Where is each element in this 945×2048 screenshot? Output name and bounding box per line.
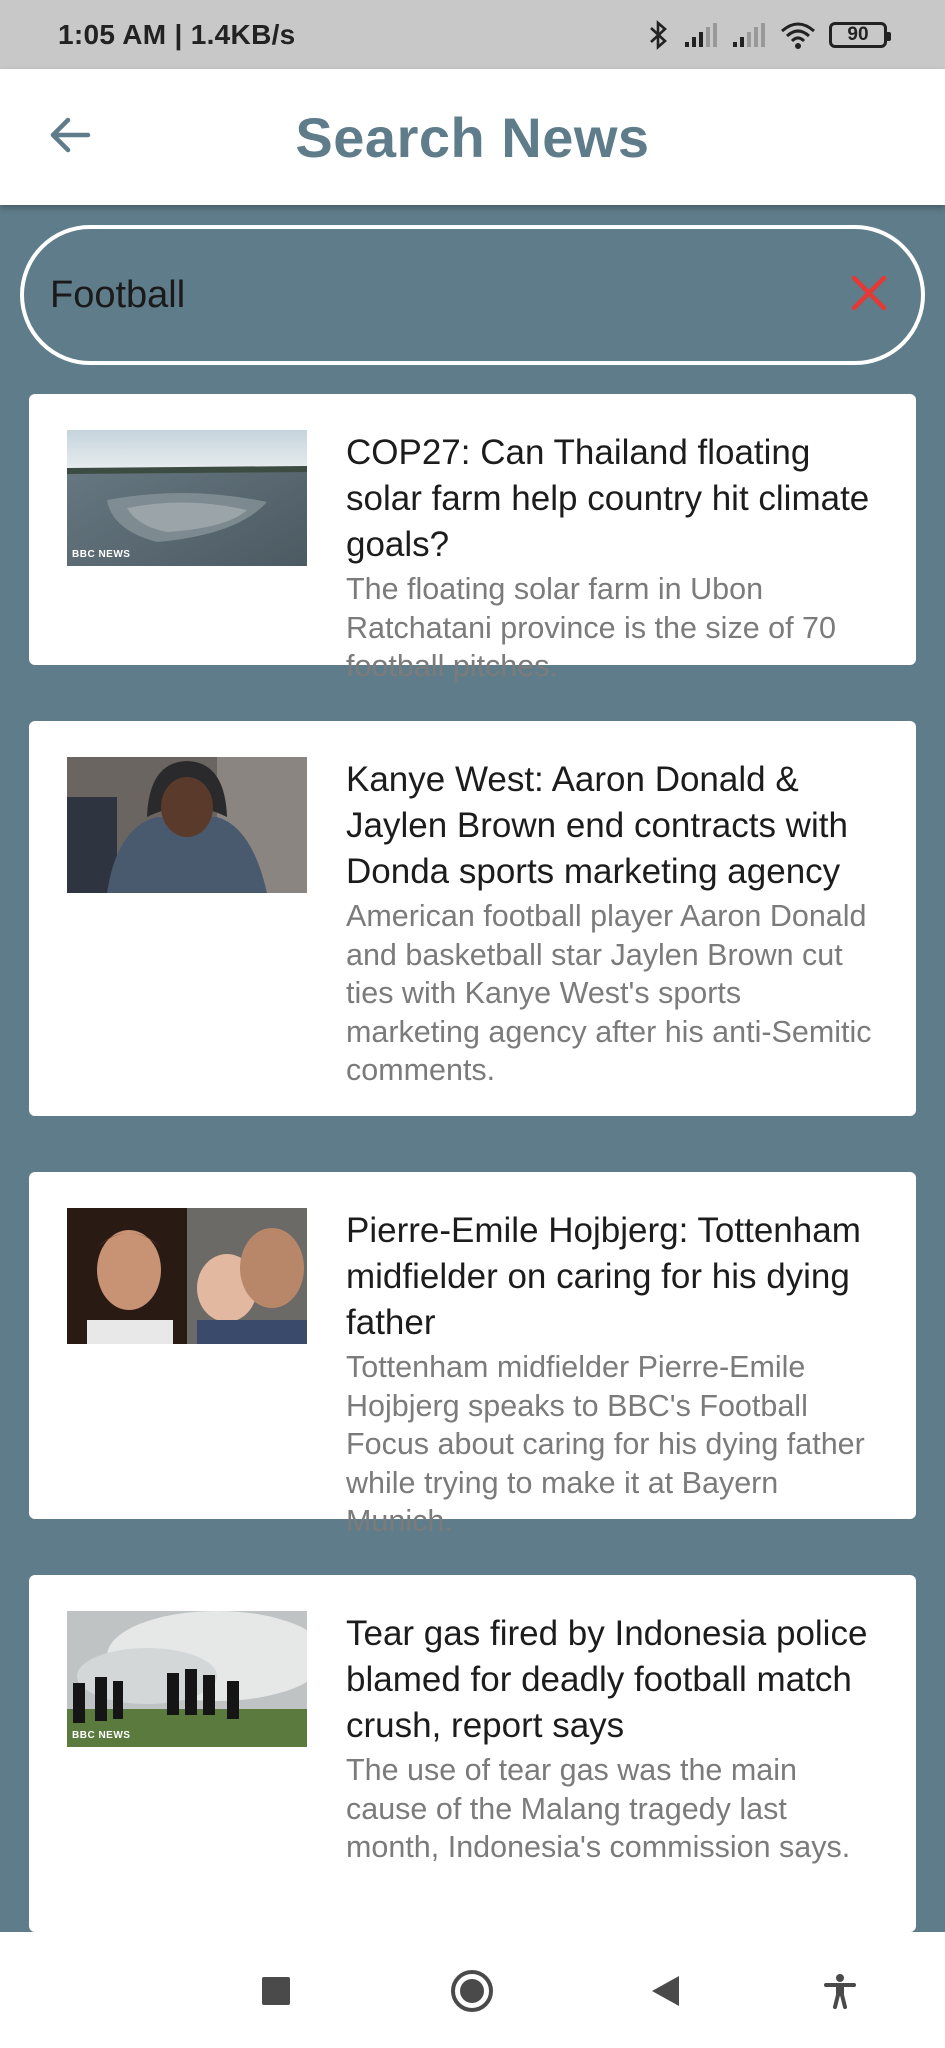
news-card[interactable]: BBC NEWS COP27: Can Thailand floating so… bbox=[29, 394, 916, 683]
back-nav-button[interactable] bbox=[640, 1968, 690, 2018]
recents-button[interactable] bbox=[251, 1968, 301, 2018]
clear-search-button[interactable] bbox=[843, 269, 895, 321]
news-text: Pierre-Emile Hojbjerg: Tottenham midfiel… bbox=[346, 1208, 882, 1538]
news-thumbnail: BBC NEWS bbox=[67, 1611, 307, 1747]
news-text: COP27: Can Thailand floating solar farm … bbox=[346, 430, 882, 683]
accessibility-button[interactable] bbox=[815, 1968, 865, 2018]
news-title: Kanye West: Aaron Donald & Jaylen Brown … bbox=[346, 760, 848, 891]
news-description: Tottenham midfielder Pierre-Emile Hojbje… bbox=[346, 1350, 865, 1538]
app-bar: Search News bbox=[0, 69, 945, 205]
news-card[interactable]: BBC NEWS Tear gas fired by Indonesia pol… bbox=[29, 1575, 916, 1932]
news-card[interactable]: Pierre-Emile Hojbjerg: Tottenham midfiel… bbox=[29, 1172, 916, 1538]
wifi-icon bbox=[779, 20, 817, 50]
close-icon bbox=[850, 274, 888, 317]
back-button[interactable] bbox=[44, 111, 96, 163]
page-title: Search News bbox=[295, 105, 650, 169]
news-text: Tear gas fired by Indonesia police blame… bbox=[346, 1611, 882, 1924]
home-circle-icon bbox=[449, 1968, 495, 2019]
status-time-speed: 1:05 AM | 1.4KB/s bbox=[58, 18, 296, 50]
news-thumbnail bbox=[67, 757, 307, 893]
battery-icon: 90 bbox=[829, 21, 891, 48]
news-thumbnail: BBC NEWS bbox=[67, 430, 307, 566]
signal-icon bbox=[731, 22, 767, 48]
home-button[interactable] bbox=[447, 1968, 497, 2018]
search-input[interactable] bbox=[50, 273, 843, 317]
bbc-news-logo: BBC NEWS bbox=[72, 1730, 131, 1741]
accessibility-icon bbox=[823, 1973, 857, 2014]
news-title: COP27: Can Thailand floating solar farm … bbox=[346, 433, 870, 564]
news-title: Pierre-Emile Hojbjerg: Tottenham midfiel… bbox=[346, 1211, 861, 1342]
news-description: American football player Aaron Donald an… bbox=[346, 899, 872, 1087]
arrow-left-icon bbox=[48, 115, 92, 160]
news-description: The floating solar farm in Ubon Ratchata… bbox=[346, 572, 836, 683]
bluetooth-icon bbox=[645, 19, 671, 50]
search-bar bbox=[20, 225, 925, 365]
news-list[interactable]: BBC NEWS COP27: Can Thailand floating so… bbox=[29, 394, 916, 1932]
recents-square-icon bbox=[261, 1976, 291, 2011]
status-icons: 90 bbox=[645, 19, 891, 50]
status-bar: 1:05 AM | 1.4KB/s 90 bbox=[0, 0, 945, 69]
news-description: The use of tear gas was the main cause o… bbox=[346, 1753, 851, 1864]
bbc-news-logo: BBC NEWS bbox=[72, 549, 131, 560]
signal-icon bbox=[683, 22, 719, 48]
back-triangle-icon bbox=[649, 1974, 681, 2013]
system-nav-bar bbox=[0, 1932, 945, 2048]
news-card[interactable]: Kanye West: Aaron Donald & Jaylen Brown … bbox=[29, 721, 916, 1116]
news-title: Tear gas fired by Indonesia police blame… bbox=[346, 1614, 868, 1745]
news-text: Kanye West: Aaron Donald & Jaylen Brown … bbox=[346, 757, 882, 1108]
news-thumbnail bbox=[67, 1208, 307, 1344]
